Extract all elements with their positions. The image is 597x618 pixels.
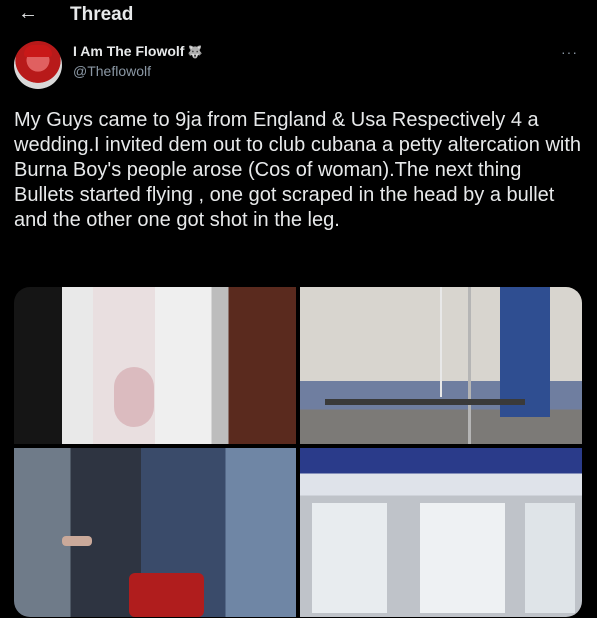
page-title: Thread [70,4,134,25]
avatar[interactable] [14,41,62,89]
media-photo-torn-jeans[interactable] [14,448,296,617]
more-options-icon[interactable]: ··· [561,44,578,60]
tweet-text: My Guys came to 9ja from England & Usa R… [14,109,582,231]
media-photo-bandage[interactable] [14,287,296,444]
media-photo-hospital-bed[interactable] [300,287,582,444]
author-handle[interactable]: @Theflowolf [73,63,151,79]
tweet-media-grid [14,287,582,617]
back-arrow-icon[interactable]: ← [18,3,38,23]
media-photo-hospital-ward[interactable] [300,448,582,617]
wolf-badge-icon: 🐺 [187,45,203,59]
thread-header: ← Thread [0,0,597,30]
author-name[interactable]: I Am The Flowolf 🐺 [73,43,202,59]
